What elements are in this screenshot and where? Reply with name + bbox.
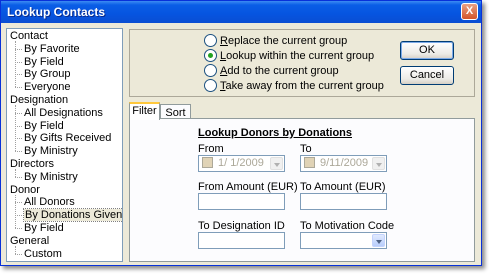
tree-item-contact-everyone-label: Everyone [24,81,71,94]
from-amount-input[interactable] [198,193,285,210]
tree-connector-line [15,41,16,88]
designation-label: To Designation ID [198,220,285,232]
calendar-icon [304,156,315,168]
tree-connector-line [15,105,16,152]
option-lookup[interactable]: Lookup within the current group [204,48,375,63]
option-replace-label: eplace the current group [227,35,348,47]
option-take-away-label: ake away from the current group [225,80,384,92]
tree-connector-line [15,194,16,228]
calendar-icon [202,156,213,168]
filter-section-title: Lookup Donors by Donations [198,127,352,139]
lookup-tree[interactable]: Contact By Favorite By Field By Group Everyo… [6,28,123,262]
cancel-button[interactable]: Cancel [400,66,454,85]
tree-item-directors-by-ministry[interactable]: By Ministry [15,170,78,183]
from-date-label: From [198,143,224,155]
tree-item-donor-by-field-label: By Field [24,222,64,234]
window-title: Lookup Contacts [7,5,105,19]
tree-item-by-donations-given[interactable]: By Donations Given [14,208,123,223]
tree-item-designation-by-ministry-label: By Ministry [24,145,78,158]
tree-item-all-designations-label: All Designations [24,106,103,119]
tree-item-contact-everyone[interactable]: Everyone [14,81,71,94]
tree-item-contact-by-field-label: By Field [24,55,64,68]
radio-lookup[interactable] [204,48,217,62]
tree-item-custom[interactable]: Custom [15,247,62,260]
options-panel: Replace the current group Lookup within … [129,29,475,97]
tree-item-contact-by-field[interactable]: By Field [15,55,64,68]
close-icon[interactable]: X [461,3,478,20]
tree-item-all-donors-label: All Donors [24,196,75,209]
motivation-code-select[interactable] [300,232,387,249]
to-date-value: 9/11/2009 [320,157,369,169]
tree-item-designation-by-field[interactable]: By Field [15,119,64,132]
title-bar[interactable]: Lookup Contacts X [1,1,481,23]
from-date-value: 1/ 1/2009 [218,157,264,169]
tree-item-contact-by-group[interactable]: By Group [14,68,71,81]
tab-filter[interactable]: Filter [129,102,160,120]
filter-tab-page: Lookup Donors by Donations From 1/ 1/200… [129,118,475,262]
ok-button[interactable]: OK [400,41,454,60]
tree-item-designation-by-ministry[interactable]: By Ministry [15,145,78,158]
tree-item-all-donors[interactable]: All Donors [15,196,75,209]
chevron-down-icon[interactable] [270,157,283,170]
option-replace-hotkey: R [220,35,228,47]
option-add[interactable]: Add to the current group [204,63,339,78]
radio-add[interactable] [204,63,217,77]
tree-item-designation[interactable]: Designation [10,94,68,106]
tree-item-by-gifts-received-label: By Gifts Received [24,132,112,145]
tree-item-donor-by-field[interactable]: By Field [15,222,64,234]
option-lookup-label: ookup within the current group [226,50,375,62]
chevron-down-icon[interactable] [372,157,385,170]
tree-connector-line [15,169,16,177]
tree-item-contact-by-group-label: By Group [24,68,71,81]
lookup-contacts-dialog: Lookup Contacts X Contact By Favorite By F… [0,0,482,266]
tree-item-custom-label: Custom [24,247,62,260]
option-take-away[interactable]: Take away from the current group [204,78,384,93]
tree-connector-line [15,245,16,254]
to-date-label: To [300,143,312,155]
from-date-field[interactable]: 1/ 1/2009 [198,155,285,172]
to-date-field[interactable]: 9/11/2009 [300,155,387,172]
tree-item-designation-by-field-label: By Field [24,119,64,132]
tree-item-directors-by-ministry-label: By Ministry [24,170,78,183]
tree-item-by-donations-given-label: By Donations Given [22,208,123,223]
tree-item-designation-label: Designation [10,94,69,106]
chevron-down-icon[interactable] [372,234,385,247]
option-add-label: dd to the current group [227,65,339,77]
from-amount-label: From Amount (EUR) [198,181,298,193]
tree-item-contact-by-favorite-label: By Favorite [24,42,80,55]
tree-item-directors-label: Directors [10,158,55,170]
to-amount-label: To Amount (EUR) [300,181,386,193]
designation-input[interactable] [198,232,285,249]
option-replace[interactable]: Replace the current group [204,33,348,48]
tree-item-directors[interactable]: Directors [10,158,54,170]
motivation-label: To Motivation Code [300,220,395,232]
tree-item-by-gifts-received[interactable]: By Gifts Received [14,132,112,145]
to-amount-input[interactable] [300,193,387,210]
tree-item-contact-by-favorite[interactable]: By Favorite [15,42,80,55]
radio-take-away[interactable] [204,78,217,92]
tree-item-all-designations[interactable]: All Designations [15,106,103,119]
radio-replace[interactable] [204,33,217,47]
